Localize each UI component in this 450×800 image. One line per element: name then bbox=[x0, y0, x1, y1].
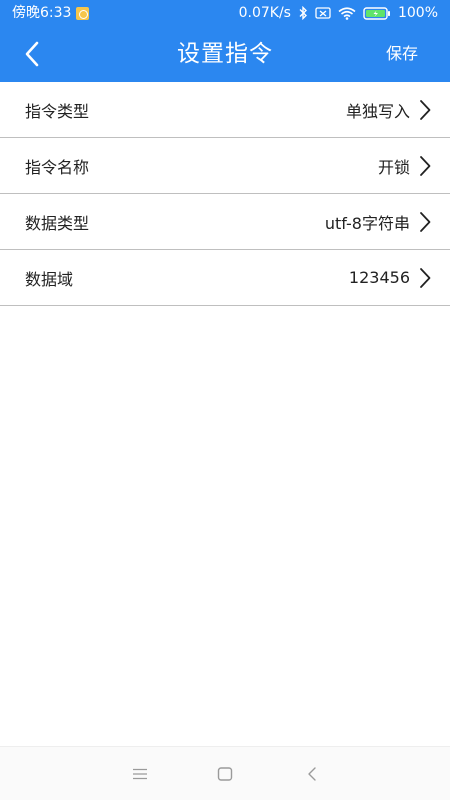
notification-icon bbox=[76, 6, 90, 20]
row-value: 单独写入 bbox=[345, 101, 410, 121]
wifi-icon bbox=[338, 6, 356, 20]
chevron-right-icon bbox=[420, 100, 431, 120]
row-label: 数据域 bbox=[25, 269, 74, 289]
nav-back-button[interactable] bbox=[302, 765, 322, 783]
status-bar: 傍晚6:33 0.07K/s 100% bbox=[0, 0, 450, 26]
chevron-right-icon bbox=[420, 212, 431, 232]
row-label: 指令名称 bbox=[25, 157, 90, 177]
row-data-field[interactable]: 数据域 123456 bbox=[0, 250, 450, 306]
row-label: 数据类型 bbox=[25, 213, 90, 233]
chevron-right-icon bbox=[420, 156, 431, 176]
row-value: 123456 bbox=[348, 268, 410, 287]
save-button[interactable]: 保存 bbox=[386, 26, 418, 82]
row-value: utf-8字符串 bbox=[324, 213, 410, 233]
battery-percent: 100% bbox=[397, 5, 438, 21]
home-icon bbox=[217, 767, 233, 781]
system-nav-bar bbox=[0, 746, 450, 800]
row-label: 指令类型 bbox=[25, 101, 90, 121]
row-data-type[interactable]: 数据类型 utf-8字符串 bbox=[0, 194, 450, 250]
page-title: 设置指令 bbox=[177, 41, 273, 67]
bluetooth-icon bbox=[299, 6, 307, 20]
settings-list: 指令类型 单独写入 指令名称 开锁 数据类型 utf-8字符串 数据域 1234… bbox=[0, 82, 450, 306]
network-speed: 0.07K/s bbox=[238, 5, 291, 21]
app-header: 设置指令 保存 bbox=[0, 26, 450, 82]
status-left: 傍晚6:33 bbox=[12, 0, 90, 26]
battery-charging-icon bbox=[363, 6, 390, 20]
sim-icon bbox=[315, 7, 331, 19]
row-command-name[interactable]: 指令名称 开锁 bbox=[0, 138, 450, 194]
home-button[interactable] bbox=[215, 765, 235, 783]
status-right: 0.07K/s 100% bbox=[239, 0, 438, 26]
status-time: 傍晚6:33 bbox=[12, 5, 72, 21]
menu-button[interactable] bbox=[130, 765, 150, 783]
back-icon bbox=[308, 767, 316, 781]
row-value: 开锁 bbox=[377, 157, 410, 177]
chevron-right-icon bbox=[420, 268, 431, 288]
row-command-type[interactable]: 指令类型 单独写入 bbox=[0, 82, 450, 138]
menu-icon bbox=[133, 768, 147, 780]
